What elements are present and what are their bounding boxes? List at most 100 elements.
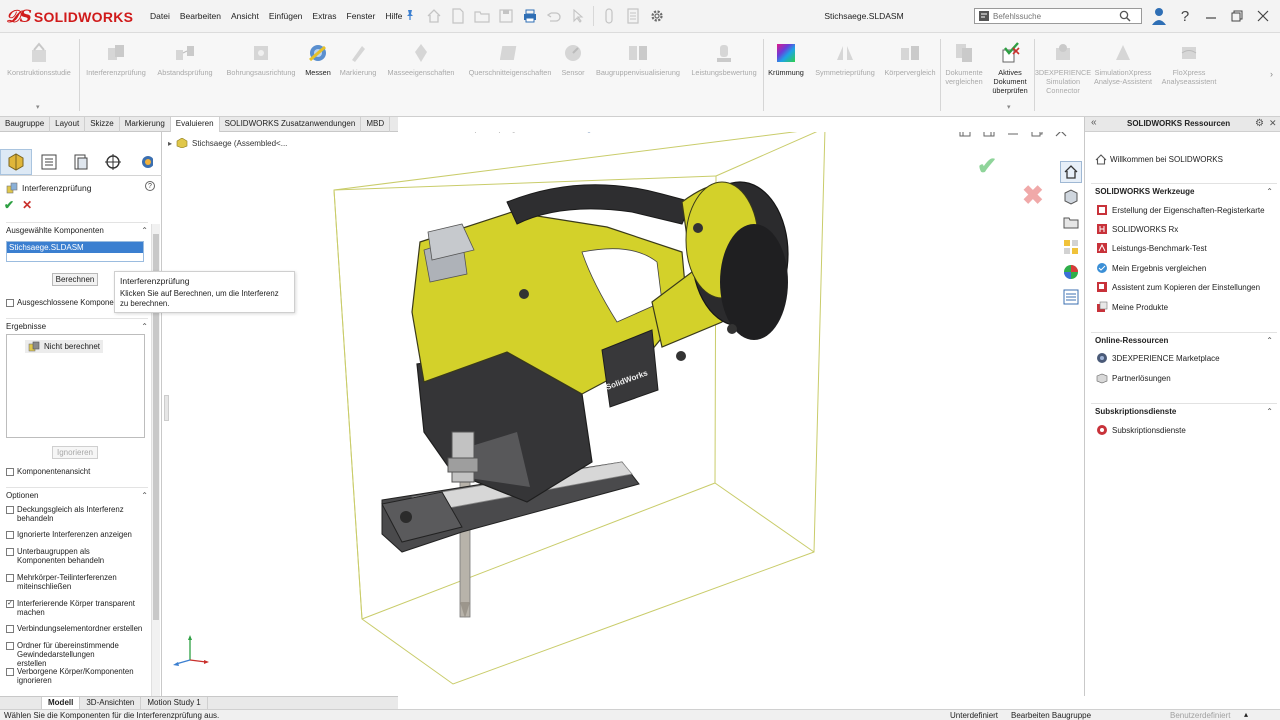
option-multibody-checkbox[interactable]: Mehrkörper-Teilinterferenzen miteinschli… <box>6 573 124 591</box>
feature-manager-tree-icon[interactable] <box>0 148 33 175</box>
checkbox[interactable] <box>6 668 14 676</box>
checkbox[interactable] <box>6 531 14 539</box>
checkbox[interactable] <box>6 506 14 514</box>
tile-right-icon[interactable] <box>982 132 996 138</box>
minimize-icon[interactable] <box>1202 7 1220 25</box>
document-close-icon[interactable] <box>1054 132 1068 138</box>
tools-item-solidworks-rx[interactable]: SOLIDWORKS Rx <box>1096 223 1178 235</box>
help-icon[interactable]: ? <box>1176 7 1194 25</box>
option-hidden-bodies-checkbox[interactable]: Verborgene Körper/Komponenten ignorieren <box>6 667 136 685</box>
checkbox[interactable] <box>6 625 14 633</box>
print-icon[interactable] <box>521 7 539 25</box>
previous-view-icon[interactable] <box>508 132 526 133</box>
configuration-manager-icon[interactable] <box>65 149 97 175</box>
leistungsbewertung-button[interactable]: Leistungsbewertung <box>688 41 760 77</box>
open-folder-icon[interactable] <box>473 7 491 25</box>
menu-ansicht[interactable]: Ansicht <box>231 11 259 21</box>
solidworks-logo[interactable]: 𝒟S SOLIDWORKS <box>6 7 133 27</box>
tools-item-property-tab-builder[interactable]: Erstellung der Eigenschaften-Registerkar… <box>1096 204 1265 216</box>
online-item-marketplace[interactable]: 3DEXPERIENCE Marketplace <box>1096 352 1220 364</box>
feature-tree-root[interactable]: ▸ Stichsaege (Assembled<... <box>168 138 287 148</box>
menu-hilfe[interactable]: Hilfe <box>385 11 402 21</box>
tab-3d-ansichten[interactable]: 3D-Ansichten <box>80 697 142 709</box>
aktives-dokument-ueberpruefen-button[interactable]: Aktives Dokument überprüfen <box>986 41 1034 95</box>
masseeigenschaften-button[interactable]: Masseeigenschaften <box>382 41 460 77</box>
jigsaw-model[interactable]: SolidWorks <box>162 132 1084 696</box>
tools-item-copy-settings[interactable]: Assistent zum Kopieren der Einstellungen <box>1096 281 1260 293</box>
koerpervergleich-button[interactable]: Körpervergleich <box>880 41 940 77</box>
search-icon[interactable] <box>1119 10 1131 22</box>
markierung-button[interactable]: Markierung <box>336 41 380 77</box>
baugruppenvisualisierung-button[interactable]: Baugruppenvisualisierung <box>590 41 686 77</box>
confirmation-corner-cancel-icon[interactable]: ✖ <box>1022 180 1044 211</box>
chevron-up-icon[interactable]: ⌃ <box>141 491 148 500</box>
status-units[interactable]: Benutzerdefiniert <box>1170 711 1230 720</box>
menu-fenster[interactable]: Fenster <box>347 11 376 21</box>
document-restore-icon[interactable] <box>1030 132 1044 138</box>
new-document-icon[interactable] <box>449 7 467 25</box>
tools-item-compare-result[interactable]: Mein Ergebnis vergleichen <box>1096 262 1206 274</box>
command-search[interactable] <box>974 8 1142 24</box>
dynamic-annotation-icon[interactable] <box>556 132 574 133</box>
excluded-components-checkbox[interactable]: Ausgeschlossene Kompone <box>6 298 114 307</box>
option-show-ignored-checkbox[interactable]: Ignorierte Interferenzen anzeigen <box>6 530 144 539</box>
checkbox[interactable] <box>6 299 14 307</box>
apply-scene-icon[interactable] <box>676 132 694 133</box>
chevron-up-icon[interactable]: ⌃ <box>141 226 148 235</box>
menu-datei[interactable]: Datei <box>150 11 170 21</box>
close-icon[interactable] <box>1254 7 1272 25</box>
display-manager-icon[interactable] <box>130 149 162 175</box>
graphics-area[interactable]: SolidWorks ▸ Stichsaege (Assembled<... ✔… <box>162 132 1084 696</box>
design-library-icon[interactable] <box>1060 186 1082 208</box>
checkbox[interactable] <box>6 574 14 582</box>
chevron-down-icon[interactable]: ▾ <box>1007 103 1011 111</box>
selected-components-header[interactable]: Ausgewählte Komponenten ⌃ <box>6 222 148 235</box>
pin-icon[interactable]: ✕ <box>1269 118 1277 129</box>
options-gear-icon[interactable] <box>648 7 666 25</box>
pin-menu-icon[interactable] <box>405 9 415 21</box>
select-cursor-icon[interactable] <box>569 7 587 25</box>
tools-item-my-products[interactable]: Meine Produkte <box>1096 301 1168 313</box>
user-account-icon[interactable] <box>1150 7 1168 25</box>
interferenzpruefung-button[interactable]: Interferenzprüfung <box>83 41 149 77</box>
gear-icon[interactable]: ⚙ <box>1255 118 1264 129</box>
3dexperience-simulation-connector-button[interactable]: 3DEXPERIENCE Simulation Connector <box>1035 41 1091 95</box>
abstandspruefung-button[interactable]: Abstandsprüfung <box>153 41 217 77</box>
list-item[interactable]: Nicht berechnet <box>25 340 104 353</box>
checkbox[interactable] <box>6 468 14 476</box>
undo-icon[interactable] <box>545 7 563 25</box>
tab-skizze[interactable]: Skizze <box>85 117 120 132</box>
property-manager-icon[interactable] <box>32 149 64 175</box>
tab-solidworks-zusatzanwendungen[interactable]: SOLIDWORKS Zusatzanwendungen <box>220 117 362 132</box>
help-icon[interactable]: ? <box>145 181 155 191</box>
solidworks-tools-header[interactable]: SOLIDWORKS Werkzeuge ⌃ <box>1095 187 1273 196</box>
menu-bearbeiten[interactable]: Bearbeiten <box>180 11 221 21</box>
custom-properties-icon[interactable] <box>1060 286 1082 308</box>
tab-markierung[interactable]: Markierung <box>120 117 171 132</box>
file-explorer-icon[interactable] <box>1060 211 1082 233</box>
sensor-button[interactable]: Sensor <box>558 41 588 77</box>
ok-button[interactable]: ✔ <box>4 198 14 212</box>
dokumente-vergleichen-button[interactable]: Dokumente vergleichen <box>942 41 986 86</box>
kruemmung-button[interactable]: Krümmung <box>766 41 806 77</box>
subscription-item[interactable]: Subskriptionsdienste <box>1096 424 1186 436</box>
save-icon[interactable] <box>497 7 515 25</box>
cancel-button[interactable]: ✕ <box>22 198 32 212</box>
view-settings-icon[interactable] <box>700 132 718 133</box>
tab-mbd[interactable]: MBD <box>361 117 391 132</box>
panel-collapse-handle[interactable] <box>164 395 169 421</box>
solidworks-resources-home-icon[interactable] <box>1060 161 1082 183</box>
calculate-button[interactable]: Berechnen <box>52 273 98 286</box>
messen-button[interactable]: Messen <box>302 41 334 77</box>
tab-evaluieren[interactable]: Evaluieren <box>170 117 220 132</box>
tab-layout[interactable]: Layout <box>50 117 86 132</box>
view-palette-icon[interactable] <box>1060 236 1082 258</box>
checkbox[interactable] <box>6 548 14 556</box>
search-input[interactable] <box>993 11 1113 21</box>
file-properties-icon[interactable] <box>624 7 642 25</box>
menu-einfuegen[interactable]: Einfügen <box>269 11 303 21</box>
document-minimize-icon[interactable] <box>1006 132 1020 138</box>
rebuild-icon[interactable] <box>600 7 618 25</box>
bohrungsausrichtung-button[interactable]: Bohrungsausrichtung <box>222 41 300 77</box>
tools-item-benchmark[interactable]: Leistungs-Benchmark-Test <box>1096 242 1207 254</box>
